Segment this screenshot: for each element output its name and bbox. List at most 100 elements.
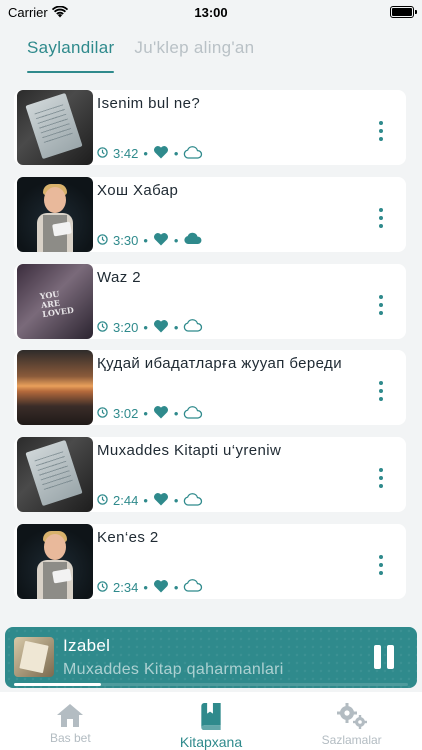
list-item[interactable]: Isenim bul ne? 3:42 • • bbox=[14, 90, 406, 165]
cloud-outline-icon[interactable] bbox=[183, 579, 203, 595]
heart-icon[interactable] bbox=[153, 579, 169, 596]
item-thumbnail bbox=[17, 523, 93, 599]
list-item[interactable]: YOU ARE LOVED Waz 2 3:20 • • bbox=[14, 263, 406, 339]
item-meta: 3:02 • • bbox=[97, 405, 203, 422]
item-menu-button[interactable] bbox=[378, 381, 384, 402]
item-meta: 2:44 • • bbox=[97, 492, 203, 509]
list-item-body: Қудай ибадатларға жууап береди 3:02 • • bbox=[93, 350, 406, 425]
heart-icon[interactable] bbox=[153, 232, 169, 249]
item-duration: 3:30 bbox=[113, 232, 139, 248]
heart-icon[interactable] bbox=[153, 492, 169, 509]
tab-downloaded[interactable]: Ju'klep aling'an bbox=[134, 38, 254, 68]
cloud-outline-icon[interactable] bbox=[183, 406, 203, 422]
item-thumbnail bbox=[17, 437, 93, 513]
item-duration: 3:02 bbox=[113, 406, 139, 422]
favorites-list: Isenim bul ne? 3:42 • • Хош Хабар 3:30 • • YOU AR… bbox=[14, 90, 406, 611]
tabbar-home[interactable]: Bas bet bbox=[0, 692, 141, 750]
item-title: Muxaddes Kitapti u‘yreniw bbox=[97, 442, 282, 460]
item-menu-button[interactable] bbox=[378, 207, 384, 228]
mini-player[interactable]: Izabel Muxaddes Kitap qaharmanlari bbox=[5, 627, 417, 688]
separator-dot: • bbox=[143, 579, 148, 595]
tabbar-home-label: Bas bet bbox=[49, 731, 91, 745]
playback-progress[interactable] bbox=[14, 683, 408, 686]
cloud-outline-icon[interactable] bbox=[183, 319, 203, 335]
cloud-outline-icon[interactable] bbox=[183, 492, 203, 509]
item-duration: 3:42 bbox=[113, 146, 139, 161]
item-meta: 3:20 • • bbox=[97, 319, 203, 336]
separator-dot: • bbox=[173, 232, 179, 248]
tabbar-library[interactable]: Kitapxana bbox=[141, 692, 282, 750]
item-duration: 2:34 bbox=[113, 579, 139, 595]
separator-dot: • bbox=[143, 406, 148, 422]
clock-icon bbox=[97, 146, 108, 161]
item-duration: 3:20 bbox=[113, 319, 139, 335]
item-title: Қудай ибадатларға жууап береди bbox=[97, 355, 342, 373]
list-item[interactable]: Хош Хабар 3:30 • • bbox=[14, 176, 406, 252]
clock-icon bbox=[97, 493, 108, 508]
item-title: Хош Хабар bbox=[97, 181, 179, 199]
separator-dot: • bbox=[173, 493, 179, 509]
separator-dot: • bbox=[143, 146, 148, 161]
separator-dot: • bbox=[143, 493, 148, 509]
tabbar-settings-label: Sazlamalar bbox=[321, 733, 382, 747]
battery-icon bbox=[390, 6, 417, 18]
cloud-filled-icon[interactable] bbox=[183, 232, 203, 248]
clock-icon bbox=[97, 580, 108, 595]
item-menu-button[interactable] bbox=[378, 294, 384, 315]
heart-icon[interactable] bbox=[153, 145, 169, 162]
item-meta: 3:42 • • bbox=[97, 145, 203, 162]
item-thumbnail: YOU ARE LOVED bbox=[17, 263, 93, 339]
status-left: Carrier bbox=[8, 5, 68, 20]
item-thumbnail bbox=[17, 176, 93, 252]
separator-dot: • bbox=[173, 146, 179, 161]
active-tab-indicator bbox=[27, 71, 114, 73]
pause-icon bbox=[374, 645, 381, 669]
item-menu-button[interactable] bbox=[378, 554, 384, 575]
clock-icon bbox=[97, 233, 108, 248]
player-artwork bbox=[14, 637, 54, 677]
tabbar-library-label: Kitapxana bbox=[179, 734, 243, 750]
wifi-icon bbox=[51, 6, 68, 18]
list-item-body: Isenim bul ne? 3:42 • • bbox=[93, 90, 406, 165]
carrier-label: Carrier bbox=[8, 4, 48, 20]
clock-icon bbox=[97, 320, 108, 335]
separator-dot: • bbox=[173, 319, 179, 335]
item-thumbnail bbox=[17, 90, 93, 165]
list-item-body: Хош Хабар 3:30 • • bbox=[93, 177, 406, 252]
heart-icon[interactable] bbox=[153, 405, 169, 422]
item-title: Ken‘es 2 bbox=[97, 528, 159, 546]
playback-progress-fill bbox=[14, 683, 101, 686]
bottom-tab-bar: Bas bet Kitapxana Sazlamalar bbox=[0, 692, 422, 750]
list-item[interactable]: Қудай ибадатларға жууап береди 3:02 • • bbox=[14, 350, 406, 426]
tabbar-settings[interactable]: Sazlamalar bbox=[281, 692, 422, 750]
separator-dot: • bbox=[173, 406, 179, 422]
heart-icon[interactable] bbox=[153, 319, 169, 336]
item-title: Waz 2 bbox=[97, 268, 141, 286]
item-menu-button[interactable] bbox=[378, 121, 384, 141]
item-thumbnail bbox=[17, 350, 93, 426]
status-bar: Carrier 13:00 bbox=[0, 0, 422, 24]
item-meta: 2:34 • • bbox=[97, 579, 203, 596]
list-item-body: Muxaddes Kitapti u‘yreniw 2:44 • • bbox=[93, 437, 406, 512]
home-icon bbox=[57, 704, 84, 727]
gears-icon bbox=[336, 703, 367, 729]
item-menu-button[interactable] bbox=[378, 468, 384, 489]
separator-dot: • bbox=[143, 232, 148, 248]
player-subtitle: Muxaddes Kitap qaharmanlari bbox=[63, 661, 284, 678]
list-item[interactable]: Muxaddes Kitapti u‘yreniw 2:44 • • bbox=[14, 437, 406, 513]
item-duration: 2:44 bbox=[113, 493, 139, 509]
player-title: Izabel bbox=[63, 636, 111, 655]
list-item-body: Ken‘es 2 2:34 • • bbox=[93, 524, 406, 599]
list-item[interactable]: Ken‘es 2 2:34 • • bbox=[14, 523, 406, 599]
separator-dot: • bbox=[143, 319, 148, 335]
cloud-outline-icon[interactable] bbox=[183, 145, 203, 162]
book-icon bbox=[201, 702, 221, 731]
tab-favorites[interactable]: Saylandilar bbox=[27, 38, 114, 68]
library-tabs: Saylandilar Ju'klep aling'an bbox=[27, 38, 254, 68]
pause-button[interactable] bbox=[374, 645, 394, 669]
item-meta: 3:30 • • bbox=[97, 232, 203, 249]
clock-icon bbox=[97, 406, 108, 421]
separator-dot: • bbox=[173, 579, 179, 595]
list-item-body: Waz 2 3:20 • • bbox=[93, 264, 406, 339]
item-title: Isenim bul ne? bbox=[97, 95, 201, 112]
